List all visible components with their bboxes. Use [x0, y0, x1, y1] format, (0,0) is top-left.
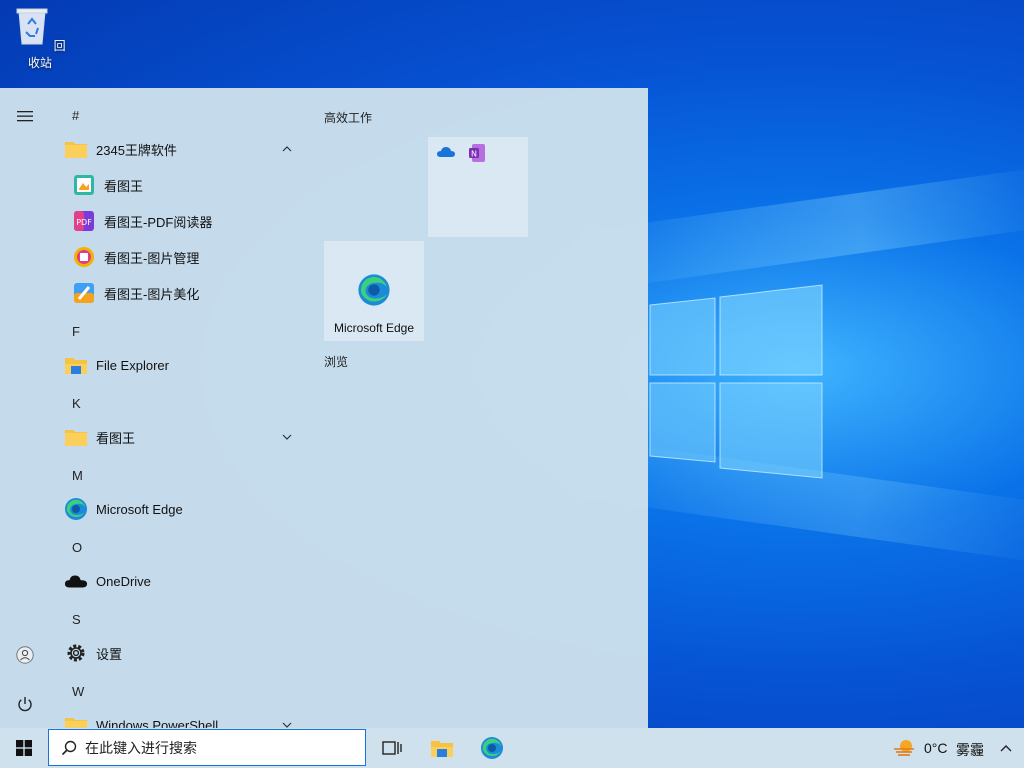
taskbar-edge[interactable]: [468, 728, 516, 768]
expand-menu-button[interactable]: [13, 104, 37, 128]
tile-folder-onedrive-onenote[interactable]: N: [428, 137, 528, 237]
task-view-icon: [382, 741, 402, 755]
app-label: 看图王: [104, 178, 144, 194]
letter-header[interactable]: F: [72, 324, 80, 339]
tile-label: Microsoft Edge: [333, 321, 415, 335]
letter-header[interactable]: S: [72, 612, 81, 627]
app-settings[interactable]: 设置: [56, 635, 306, 671]
onedrive-icon: [437, 147, 455, 157]
power-button[interactable]: [13, 692, 37, 716]
app-label: 看图王-PDF阅读器: [104, 214, 213, 230]
tile-microsoft-edge[interactable]: Microsoft Edge: [324, 241, 424, 341]
windows-logo-icon: [16, 740, 32, 756]
user-account-button[interactable]: [13, 643, 37, 667]
app-label: 看图王: [96, 430, 136, 446]
onenote-icon: N: [469, 144, 485, 162]
edge-icon: [358, 274, 390, 306]
haze-weather-icon: [894, 740, 914, 756]
recycle-bin[interactable]: 回收站: [10, 6, 70, 71]
chevron-up-icon: [1000, 745, 1012, 752]
app-folder-2345[interactable]: 2345王牌软件: [56, 131, 306, 167]
app-kantuwang[interactable]: 看图王: [56, 167, 306, 203]
letter-header[interactable]: #: [72, 108, 79, 123]
chevron-down-icon: [282, 434, 292, 440]
task-view-button[interactable]: [368, 728, 416, 768]
taskbar: 在此键入进行搜索 0°C 雾霾: [0, 728, 1024, 768]
search-placeholder: 在此键入进行搜索: [85, 739, 197, 756]
letter-header[interactable]: M: [72, 468, 83, 483]
app-file-explorer[interactable]: File Explorer: [56, 347, 306, 383]
photo-manager-icon: [72, 245, 96, 269]
tile-group-title[interactable]: 高效工作: [324, 109, 372, 126]
app-label: Microsoft Edge: [96, 501, 183, 517]
letter-header[interactable]: W: [72, 684, 84, 699]
app-label: Windows PowerShell: [96, 717, 219, 729]
app-onedrive[interactable]: OneDrive: [56, 563, 306, 599]
app-label: File Explorer: [96, 357, 169, 373]
start-rail: [0, 88, 50, 728]
tiles-area: 高效工作 N Microsoft Edge 浏览: [324, 88, 644, 728]
app-label: 设置: [96, 646, 123, 662]
chevron-down-icon: [282, 722, 292, 728]
app-list: # 2345王牌软件 看图王 PDF 看图王-PDF阅读器 看图王-图片管理 看…: [56, 88, 312, 728]
chevron-up-icon: [282, 146, 292, 152]
app-label: 看图王-图片管理: [104, 250, 200, 266]
power-icon: [18, 697, 32, 712]
letter-header[interactable]: O: [72, 540, 82, 555]
edge-icon: [481, 737, 503, 759]
taskbar-file-explorer[interactable]: [418, 728, 466, 768]
file-explorer-icon: [64, 353, 88, 377]
start-menu: # 2345王牌软件 看图王 PDF 看图王-PDF阅读器 看图王-图片管理 看…: [0, 88, 648, 728]
folder-icon: [64, 713, 88, 728]
folder-icon: [64, 425, 88, 449]
show-hidden-icons-button[interactable]: [994, 728, 1018, 768]
start-button[interactable]: [0, 728, 48, 768]
app-kantuwang-beauty[interactable]: 看图王-图片美化: [56, 275, 306, 311]
recycle-bin-icon: [16, 8, 48, 45]
kantuwang-icon: [72, 173, 96, 197]
onedrive-icon: [64, 569, 88, 593]
user-icon: [16, 646, 34, 664]
edge-icon: [64, 497, 88, 521]
temperature: 0°C: [924, 740, 948, 756]
folder-icon: [64, 137, 88, 161]
app-kantuwang-pic[interactable]: 看图王-图片管理: [56, 239, 306, 275]
app-kantuwang-pdf[interactable]: PDF 看图王-PDF阅读器: [56, 203, 306, 239]
app-label: 2345王牌软件: [96, 142, 177, 158]
windows-logo-wallpaper: [649, 284, 823, 479]
search-icon: [61, 740, 77, 755]
tile-group-title[interactable]: 浏览: [324, 353, 348, 370]
app-microsoft-edge[interactable]: Microsoft Edge: [56, 491, 306, 527]
pdf-reader-icon: PDF: [72, 209, 96, 233]
app-folder-powershell[interactable]: Windows PowerShell: [56, 707, 306, 728]
gear-icon: [64, 641, 88, 665]
svg-text:PDF: PDF: [76, 218, 92, 227]
letter-header[interactable]: K: [72, 396, 81, 411]
search-box[interactable]: 在此键入进行搜索: [48, 729, 366, 766]
app-label: 看图王-图片美化: [104, 286, 200, 302]
app-label: OneDrive: [96, 573, 151, 589]
file-explorer-icon: [431, 741, 453, 757]
app-folder-kantuwang[interactable]: 看图王: [56, 419, 306, 455]
svg-text:N: N: [471, 150, 477, 159]
photo-beautify-icon: [72, 281, 96, 305]
weather-condition: 雾霾: [956, 742, 984, 758]
hamburger-icon: [17, 111, 33, 122]
